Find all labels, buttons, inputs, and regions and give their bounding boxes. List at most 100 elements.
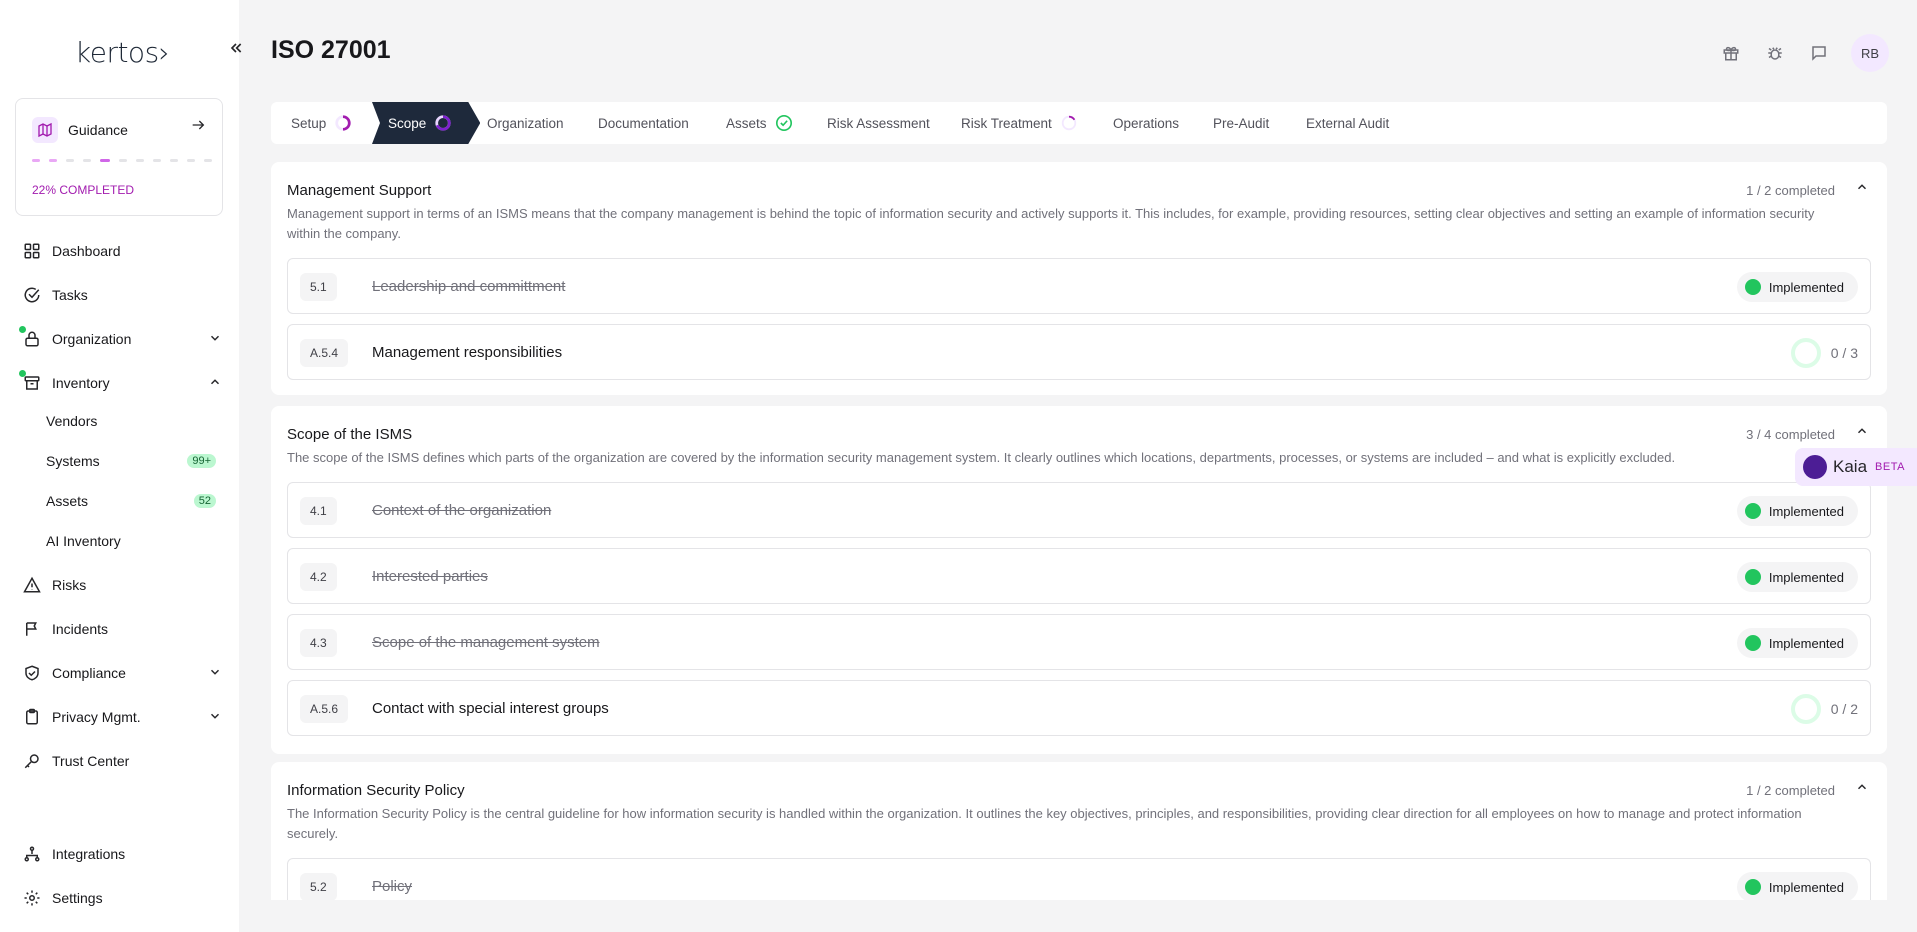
nav-compliance[interactable]: Compliance: [22, 659, 222, 687]
step-documentation[interactable]: Documentation: [598, 102, 689, 144]
control-title: Contact with special interest groups: [372, 700, 609, 717]
control-row[interactable]: A.5.6 Contact with special interest grou…: [287, 680, 1871, 736]
section-title: Scope of the ISMS: [287, 426, 413, 443]
arrow-right-icon[interactable]: [190, 117, 206, 138]
step-operations[interactable]: Operations: [1113, 102, 1179, 144]
step-risk-assessment[interactable]: Risk Assessment: [827, 102, 930, 144]
nav-label: Trust Center: [52, 753, 130, 769]
gear-icon: [22, 888, 42, 908]
check-circle-icon: [775, 114, 792, 132]
check-circle-icon: [22, 285, 42, 305]
task-progress: 0 / 2: [1790, 694, 1858, 724]
step-organization[interactable]: Organization: [487, 102, 564, 144]
step-setup[interactable]: Setup: [291, 102, 352, 144]
shield-check-icon: [22, 663, 42, 683]
nav-integrations[interactable]: Integrations: [22, 840, 222, 868]
control-code: 5.2: [300, 873, 337, 901]
nav-sub-label: Systems: [46, 453, 100, 469]
status-label: Implemented: [1768, 879, 1844, 895]
progress-label: 0 / 2: [1830, 701, 1858, 717]
step-label: Operations: [1113, 115, 1180, 131]
kaia-avatar: [1803, 455, 1827, 479]
nav-sub-assets[interactable]: Assets 52: [46, 488, 216, 514]
guidance-card[interactable]: Guidance 22% COMPLETED: [15, 98, 223, 216]
step-label: Pre-Audit: [1213, 115, 1270, 131]
control-row[interactable]: 5.2 Policy Implemented: [287, 858, 1871, 902]
step-risk-treatment[interactable]: Risk Treatment: [961, 102, 1078, 144]
chat-icon[interactable]: [1807, 41, 1831, 65]
nav-tasks[interactable]: Tasks: [22, 281, 222, 309]
collapse-sidebar-icon[interactable]: [228, 38, 250, 60]
section-count: 3 / 4 completed: [1746, 427, 1835, 442]
control-row[interactable]: 4.3 Scope of the management system Imple…: [287, 614, 1871, 670]
nav-label: Dashboard: [52, 243, 121, 259]
nav-sub-label: Vendors: [46, 413, 98, 429]
avatar[interactable]: RB: [1851, 34, 1889, 72]
chevron-up-icon[interactable]: [1855, 180, 1869, 194]
kaia-assistant-button[interactable]: Kaia BETA: [1795, 448, 1917, 486]
section-title: Management Support: [287, 182, 432, 199]
nav-label: Inventory: [52, 375, 110, 391]
step-label: Setup: [291, 115, 327, 131]
status-label: Implemented: [1768, 569, 1844, 585]
nav-sub-ai-inventory[interactable]: AI Inventory: [46, 528, 216, 554]
nav-label: Incidents: [52, 621, 109, 637]
nav-trust-center[interactable]: Trust Center: [22, 747, 222, 775]
kertos-logo[interactable]: kertos›: [75, 36, 170, 69]
chevron-down-icon[interactable]: [208, 331, 222, 345]
count-badge: 99+: [187, 454, 216, 468]
step-assets[interactable]: Assets: [726, 102, 793, 144]
nav-label: Tasks: [52, 287, 88, 303]
page-title: ISO 27001: [271, 36, 391, 64]
step-external-audit[interactable]: External Audit: [1306, 102, 1389, 144]
status-label: Implemented: [1768, 279, 1844, 295]
nav-risks[interactable]: Risks: [22, 571, 222, 599]
chevron-down-icon[interactable]: [208, 709, 222, 723]
step-label: Organization: [487, 115, 564, 131]
section-scope-isms: Scope of the ISMS 3 / 4 completed The sc…: [271, 406, 1887, 754]
section-description: The Information Security Policy is the c…: [287, 806, 1802, 841]
step-label: Documentation: [598, 115, 689, 131]
chevron-up-icon[interactable]: [208, 375, 222, 389]
map-icon: [32, 117, 58, 143]
nav-dashboard[interactable]: Dashboard: [22, 237, 222, 265]
nav-privacy[interactable]: Privacy Mgmt.: [22, 703, 222, 731]
nav-organization[interactable]: Organization: [19, 325, 222, 353]
nav-sub-vendors[interactable]: Vendors: [46, 408, 216, 434]
control-row[interactable]: 4.1 Context of the organization Implemen…: [287, 482, 1871, 538]
progress-stepper: Setup Scope Organization Documentation A…: [271, 102, 1887, 144]
status-label: Implemented: [1768, 635, 1844, 651]
bug-icon[interactable]: [1763, 41, 1787, 65]
control-title: Scope of the management system: [372, 634, 600, 651]
kaia-name: Kaia: [1833, 457, 1868, 476]
status-badge: Implemented: [1736, 872, 1858, 902]
chevron-up-icon[interactable]: [1855, 780, 1869, 794]
chevron-down-icon[interactable]: [208, 665, 222, 679]
nav-incidents[interactable]: Incidents: [22, 615, 222, 643]
archive-icon: [19, 370, 42, 393]
step-label: Risk Treatment: [961, 115, 1052, 131]
partial-progress-icon: [434, 114, 452, 132]
step-scope[interactable]: Scope: [372, 102, 480, 144]
step-pre-audit[interactable]: Pre-Audit: [1213, 102, 1269, 144]
nav-sub-label: Assets: [46, 493, 89, 509]
nav-sub-label: AI Inventory: [46, 533, 121, 549]
status-dot: [19, 326, 26, 333]
control-row[interactable]: A.5.4 Management responsibilities 0 / 3: [287, 324, 1871, 380]
status-badge: Implemented: [1736, 562, 1858, 592]
nav-sub-systems[interactable]: Systems 99+: [46, 448, 216, 474]
step-label: Scope: [388, 115, 427, 131]
section-count: 1 / 2 completed: [1746, 183, 1835, 198]
control-row[interactable]: 5.1 Leadership and committment Implement…: [287, 258, 1871, 314]
flag-icon: [22, 619, 42, 639]
clipboard-icon: [22, 707, 42, 727]
status-dot: [1744, 503, 1761, 519]
control-row[interactable]: 4.2 Interested parties Implemented: [287, 548, 1871, 604]
gift-icon[interactable]: [1719, 41, 1743, 65]
nav-inventory[interactable]: Inventory: [19, 369, 222, 397]
nav-settings[interactable]: Settings: [22, 884, 222, 912]
section-management-support: Management Support 1 / 2 completed Manag…: [271, 162, 1887, 395]
control-title: Policy: [372, 878, 413, 895]
status-dot: [1744, 879, 1761, 895]
chevron-up-icon[interactable]: [1855, 424, 1869, 438]
